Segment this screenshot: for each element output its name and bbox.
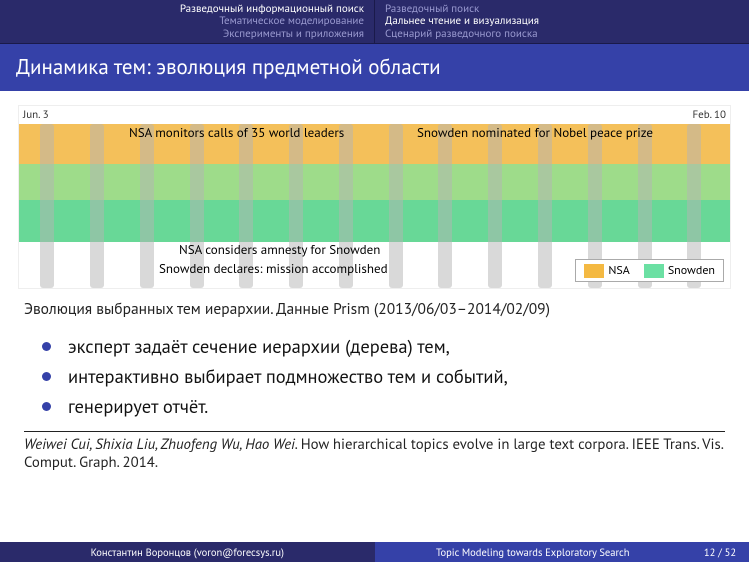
- bullet-list: эксперт задаёт сечение иерархии (дерева)…: [64, 335, 685, 419]
- nav-left-block: Разведочный информационный поиск Тематич…: [0, 0, 374, 43]
- figure-annotation: Snowden nominated for Nobel peace prize: [417, 124, 653, 141]
- reference-block: Weiwei Cui, Shixia Liu, Zhuofeng Wu, Hao…: [24, 431, 725, 473]
- figure-date-end: Feb. 10: [692, 108, 726, 122]
- figure-annotation: Snowden declares: mission accomplished: [159, 260, 388, 277]
- slide-title: Динамика тем: эволюция предметной област…: [0, 44, 749, 91]
- figure-caption: Эволюция выбранных тем иерархии. Данные …: [24, 299, 725, 319]
- legend-swatch-nsa: [584, 264, 604, 278]
- reference-authors: Weiwei Cui, Shixia Liu, Zhuofeng Wu, Hao…: [24, 435, 297, 454]
- list-item: интерактивно выбирает подмножество тем и…: [64, 365, 685, 389]
- nav-right-block: Разведочный поиск Дальнее чтение и визуа…: [374, 0, 749, 43]
- figure-legend: NSA Snowden: [575, 259, 724, 282]
- footer: Константин Воронцов (voron@forecsys.ru) …: [0, 542, 749, 562]
- nav-left-item[interactable]: Эксперименты и приложения: [223, 28, 364, 41]
- footer-page-number: 12 / 52: [691, 542, 749, 562]
- figure-annotation: NSA monitors calls of 35 world leaders: [129, 124, 344, 141]
- figure-date-start: Jun. 3: [23, 108, 49, 122]
- footer-author: Константин Воронцов (voron@forecsys.ru): [0, 542, 375, 562]
- legend-swatch-snowden: [644, 264, 664, 278]
- legend-label: Snowden: [668, 263, 715, 278]
- figure-annotation: NSA considers amnesty for Snowden: [179, 241, 380, 258]
- list-item: генерирует отчёт.: [64, 395, 685, 419]
- footer-talk-title: Topic Modeling towards Exploratory Searc…: [375, 542, 692, 562]
- nav-left-item[interactable]: Тематическое моделирование: [219, 15, 364, 28]
- topic-flow-figure: Jun. 3 Feb. 10 NSA monitors calls of 35 …: [18, 105, 731, 289]
- legend-label: NSA: [608, 263, 629, 278]
- nav-right-item[interactable]: Дальнее чтение и визуализация: [385, 15, 539, 28]
- nav-header: Разведочный информационный поиск Тематич…: [0, 0, 749, 44]
- nav-right-item[interactable]: Сценарий разведочного поиска: [385, 28, 538, 41]
- list-item: эксперт задаёт сечение иерархии (дерева)…: [64, 335, 685, 359]
